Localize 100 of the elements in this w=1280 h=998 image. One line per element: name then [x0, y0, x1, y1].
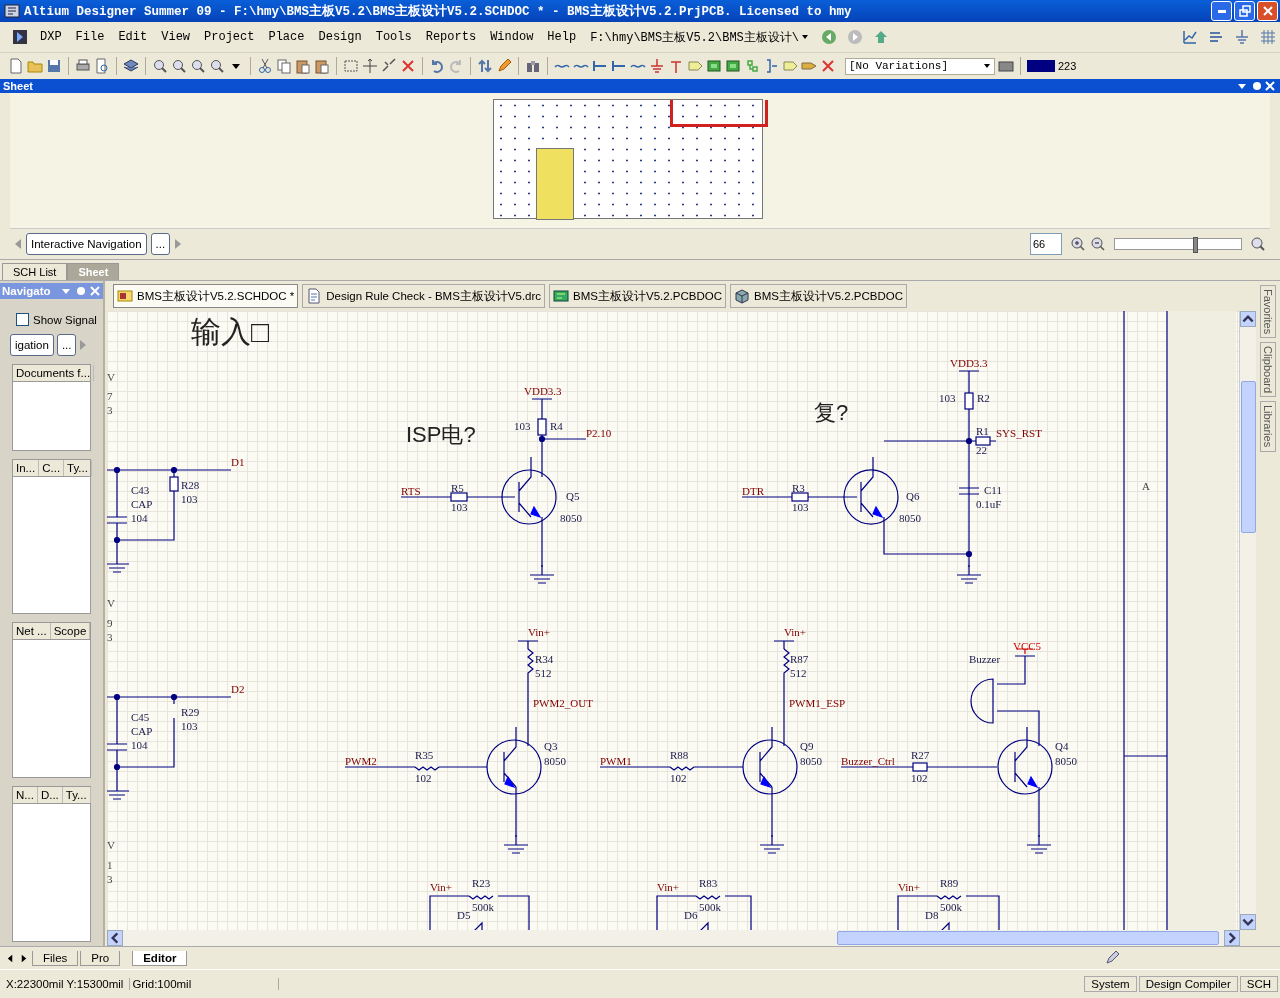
scroll-right-icon[interactable]	[1224, 930, 1240, 946]
document-tab[interactable]: Design Rule Check - BMS主板设计V5.drc	[302, 284, 546, 308]
document-tab[interactable]: BMS主板设计V5.2.SCHDOC *	[113, 284, 299, 308]
more-button[interactable]: ...	[56, 334, 77, 356]
home-icon[interactable]	[873, 29, 889, 45]
checkbox[interactable]	[16, 313, 29, 326]
navigation-button[interactable]: igation	[10, 334, 54, 356]
printer-icon[interactable]	[75, 58, 91, 74]
panel-tab[interactable]: Pro	[80, 950, 121, 966]
side-panel-tab[interactable]: Favorites	[1260, 285, 1276, 339]
document-tab[interactable]: BMS主板设计V5.2.PCBDOC	[730, 284, 908, 308]
column-header[interactable]: Scope	[50, 623, 91, 640]
folder-icon[interactable]	[27, 58, 43, 74]
path-dropdown[interactable]: F:\hmy\BMS主板V5.2\BMS主板设计\	[590, 28, 809, 46]
scroll-left-icon[interactable]	[107, 930, 123, 946]
zoom-icon[interactable]	[152, 58, 168, 74]
sheet-symbol-icon[interactable]	[725, 58, 741, 74]
menu-item[interactable]: File	[69, 30, 111, 44]
pencil-icon[interactable]	[496, 58, 512, 74]
menu-item[interactable]: Place	[262, 30, 311, 44]
cross-icon[interactable]	[820, 58, 836, 74]
scissors-icon[interactable]	[257, 58, 273, 74]
scroll-thumb[interactable]	[1241, 381, 1256, 533]
up-down-arrows-icon[interactable]	[477, 58, 493, 74]
cross-icon[interactable]	[400, 58, 416, 74]
print-preview-icon[interactable]	[94, 58, 110, 74]
selection-icon[interactable]	[343, 58, 359, 74]
hierarchy-icon[interactable]	[744, 58, 760, 74]
column-header[interactable]: Net ...	[13, 623, 51, 640]
move-icon[interactable]	[362, 58, 378, 74]
column-header[interactable]: C...	[39, 459, 65, 476]
menu-item[interactable]: Project	[198, 30, 261, 44]
variations-dropdown[interactable]: [No Variations]	[845, 57, 995, 75]
left-arrow-icon[interactable]	[7, 953, 13, 963]
clipboard-icon[interactable]	[295, 58, 311, 74]
ground-icon[interactable]	[649, 58, 665, 74]
bus-icon[interactable]	[611, 58, 627, 74]
document-tab[interactable]: BMS主板设计V5.2.PCBDOC	[549, 284, 727, 308]
zoom-icon[interactable]	[190, 58, 206, 74]
vertical-scrollbar[interactable]	[1239, 311, 1256, 930]
side-panel-tab[interactable]: Libraries	[1260, 401, 1276, 452]
menu-item[interactable]: Window	[484, 30, 540, 44]
column-header[interactable]: D...	[37, 787, 63, 804]
minimize-button[interactable]	[1211, 1, 1232, 21]
more-button[interactable]: ...	[150, 233, 171, 255]
zoom-slider[interactable]	[1114, 238, 1242, 250]
column-header[interactable]: In...	[13, 459, 40, 476]
break-wire-icon[interactable]	[381, 58, 397, 74]
save-icon[interactable]	[46, 58, 62, 74]
sheet-symbol-icon[interactable]	[706, 58, 722, 74]
pencil-icon[interactable]	[1104, 950, 1120, 966]
menu-item[interactable]: Edit	[112, 30, 154, 44]
keyboard-icon[interactable]	[998, 58, 1014, 74]
scroll-down-icon[interactable]	[1240, 914, 1256, 930]
column-header[interactable]: N...	[13, 787, 38, 804]
color-dropdown[interactable]: 223	[1027, 60, 1077, 72]
panel-button[interactable]: System	[1084, 976, 1137, 992]
copy-icon[interactable]	[276, 58, 292, 74]
zoom-icon[interactable]	[1250, 236, 1266, 252]
menu-item[interactable]: View	[155, 30, 197, 44]
panel-button[interactable]: SCH	[1239, 976, 1278, 992]
panel-tab[interactable]: Files	[32, 950, 79, 966]
bus-icon[interactable]	[592, 58, 608, 74]
column-header[interactable]: Ty...	[62, 787, 91, 804]
clipboard-icon[interactable]	[314, 58, 330, 74]
menu-item[interactable]: Help	[541, 30, 583, 44]
align-icon[interactable]	[1208, 29, 1224, 45]
power-port-icon[interactable]	[668, 58, 684, 74]
zoom-out-icon[interactable]	[1090, 236, 1106, 252]
horizontal-scrollbar[interactable]	[107, 930, 1240, 946]
zoom-icon[interactable]	[171, 58, 187, 74]
column-header[interactable]: Documents f...	[13, 365, 95, 381]
grid-icon[interactable]	[1260, 29, 1276, 45]
side-panel-tab[interactable]: Clipboard	[1260, 342, 1276, 398]
slider-thumb[interactable]	[1193, 237, 1199, 253]
right-arrow-icon[interactable]	[21, 953, 27, 963]
port-icon[interactable]	[782, 58, 798, 74]
chart-icon[interactable]	[1182, 29, 1198, 45]
port-icon[interactable]	[687, 58, 703, 74]
ground-icon[interactable]	[1234, 29, 1250, 45]
back-icon[interactable]	[821, 29, 837, 45]
zoom-in-icon[interactable]	[1070, 236, 1086, 252]
menu-item[interactable]: Design	[312, 30, 368, 44]
zoom-icon[interactable]	[209, 58, 225, 74]
column-header[interactable]: Ty...	[64, 459, 92, 476]
panel-controls-icon[interactable]	[1236, 80, 1276, 92]
close-button[interactable]	[1257, 1, 1278, 21]
zoom-field[interactable]: 66	[1030, 233, 1062, 255]
panel-controls-icon[interactable]	[61, 285, 101, 297]
panel-button[interactable]: Design Compiler	[1138, 976, 1238, 992]
binoculars-icon[interactable]	[525, 58, 541, 74]
layers-icon[interactable]	[123, 58, 139, 74]
panel-tab[interactable]: SCH List	[2, 263, 68, 280]
scroll-thumb[interactable]	[837, 931, 1219, 945]
menu-item[interactable]: Tools	[369, 30, 418, 44]
new-document-icon[interactable]	[8, 58, 24, 74]
scroll-up-icon[interactable]	[1240, 311, 1256, 327]
interactive-navigation-button[interactable]: Interactive Navigation	[26, 233, 147, 255]
menu-item[interactable]: Reports	[419, 30, 483, 44]
restore-button[interactable]	[1234, 1, 1255, 21]
